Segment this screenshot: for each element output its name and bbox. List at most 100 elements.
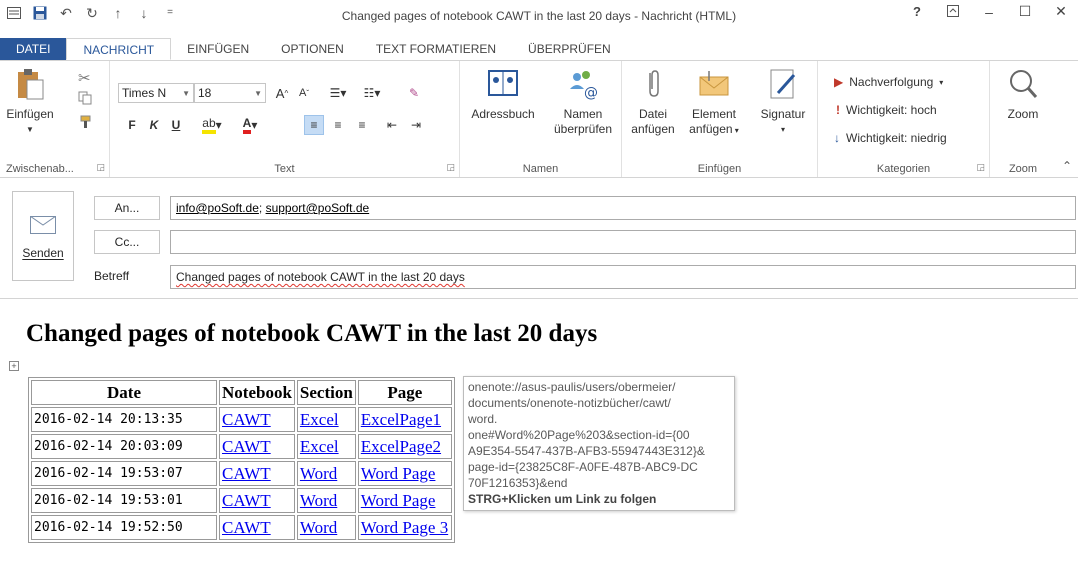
chevron-down-icon: ▼ — [254, 88, 262, 98]
dialog-launcher-icon[interactable]: ◲ — [976, 162, 985, 173]
cell-notebook: CAWT — [219, 407, 295, 432]
notebook-link[interactable]: CAWT — [222, 437, 271, 456]
recipient-support[interactable]: support@poSoft.de — [266, 201, 370, 215]
signature-button[interactable]: Signatur ▾ — [750, 67, 816, 137]
cell-notebook: CAWT — [219, 515, 295, 540]
tab-optionen[interactable]: OPTIONEN — [265, 38, 360, 60]
dialog-launcher-icon[interactable]: ◲ — [96, 162, 105, 173]
attach-item-button[interactable]: Element anfügen ▾ — [682, 67, 746, 138]
cell-page: ExcelPage1 — [357, 407, 452, 432]
collapse-ribbon-icon[interactable]: ⌃ — [1062, 159, 1072, 173]
section-link[interactable]: Word — [300, 464, 337, 483]
tooltip-url-line: onenote://asus-paulis/users/obermeier/ — [468, 380, 676, 394]
align-center-icon[interactable]: ≡ — [328, 115, 348, 135]
section-link[interactable]: Excel — [300, 437, 339, 456]
minimize-icon[interactable]: – — [978, 4, 1000, 20]
tooltip-url-line: 70F1216353}&end — [468, 476, 568, 490]
underline-button[interactable]: U — [166, 115, 186, 135]
page-link[interactable]: Word Page — [361, 491, 436, 510]
ribbon-display-icon[interactable] — [942, 4, 964, 20]
bold-button[interactable]: F — [122, 115, 142, 135]
notebook-link[interactable]: CAWT — [222, 410, 271, 429]
shrink-font-icon[interactable]: Aˇ — [294, 83, 314, 103]
grow-font-icon[interactable]: A ^ — [272, 83, 292, 103]
recipient-info[interactable]: info@poSoft.de — [176, 201, 259, 215]
font-size-combo[interactable]: 18 ▼ — [194, 83, 266, 103]
clipboard-icon — [13, 67, 47, 101]
magnifier-icon — [1006, 67, 1040, 101]
send-button[interactable]: Senden — [12, 191, 74, 281]
cell-date: 2016-02-14 19:52:50 — [31, 515, 217, 540]
chevron-down-icon: ▼ — [182, 88, 190, 98]
tab-datei[interactable]: DATEI — [0, 38, 67, 60]
addressbook-button[interactable]: Adressbuch — [464, 67, 542, 122]
group-names: Adressbuch @ Namen überprüfen Namen — [460, 61, 622, 177]
page-link[interactable]: ExcelPage1 — [361, 410, 441, 429]
align-right-icon[interactable]: ≡ — [352, 115, 372, 135]
group-label: Kategorien — [876, 163, 931, 175]
tooltip-url-line: A9E354-5547-437B-AFB3-55947443E312}& — [468, 444, 705, 458]
tooltip-url-line: word. — [468, 412, 498, 426]
cut-icon[interactable]: ✂ — [78, 69, 91, 87]
decrease-indent-icon[interactable]: ⇤ — [382, 115, 402, 135]
changed-pages-table: Date Notebook Section Page 2016-02-14 20… — [28, 377, 455, 543]
ribbon-tabs: DATEI NACHRICHT EINFÜGEN OPTIONEN TEXT F… — [0, 38, 1078, 60]
table-move-handle-icon[interactable]: + — [9, 361, 19, 371]
font-name-combo[interactable]: Times N ▼ — [118, 83, 194, 103]
subject-field[interactable]: Changed pages of notebook CAWT in the la… — [170, 265, 1076, 289]
cell-section: Word — [296, 515, 356, 540]
font-color-icon[interactable]: A ▾ — [234, 115, 266, 135]
addressbook-icon — [486, 67, 520, 101]
notebook-link[interactable]: CAWT — [222, 518, 271, 537]
help-button[interactable]: ? — [906, 4, 928, 19]
cc-field[interactable] — [170, 230, 1076, 254]
dialog-launcher-icon[interactable]: ◲ — [446, 162, 455, 173]
section-link[interactable]: Word — [300, 491, 337, 510]
tab-ueberpruefen[interactable]: ÜBERPRÜFEN — [512, 38, 627, 60]
notebook-link[interactable]: CAWT — [222, 464, 271, 483]
to-field[interactable]: info@poSoft.de; support@poSoft.de — [170, 196, 1076, 220]
clear-format-icon[interactable]: ✎ — [404, 83, 424, 103]
cell-notebook: CAWT — [219, 488, 295, 513]
high-importance-button[interactable]: ! Wichtigkeit: hoch — [836, 103, 937, 117]
align-left-icon[interactable]: ≡ — [304, 115, 324, 135]
low-importance-button[interactable]: ↓ Wichtigkeit: niedrig — [834, 131, 947, 145]
attach-file-button[interactable]: Datei anfügen — [626, 67, 680, 137]
page-link[interactable]: ExcelPage2 — [361, 437, 441, 456]
copy-icon[interactable] — [78, 91, 92, 105]
group-label: Zwischenab... — [6, 163, 74, 175]
window-controls: ? – ☐ ✕ — [906, 3, 1072, 20]
highlight-icon[interactable]: ab ▾ — [196, 115, 228, 135]
section-link[interactable]: Word — [300, 518, 337, 537]
page-link[interactable]: Word Page — [361, 464, 436, 483]
section-link[interactable]: Excel — [300, 410, 339, 429]
notebook-link[interactable]: CAWT — [222, 491, 271, 510]
body-heading: Changed pages of notebook CAWT in the la… — [26, 320, 598, 347]
increase-indent-icon[interactable]: ⇥ — [406, 115, 426, 135]
maximize-icon[interactable]: ☐ — [1014, 3, 1036, 20]
format-painter-icon[interactable] — [78, 115, 92, 129]
bullet-list-icon[interactable]: ☰▾ — [322, 83, 354, 103]
to-button[interactable]: An... — [94, 196, 160, 220]
tab-nachricht[interactable]: NACHRICHT — [66, 38, 172, 60]
page-link[interactable]: Word Page 3 — [361, 518, 448, 537]
chevron-down-icon: ▾ — [939, 77, 944, 87]
group-label: Namen — [522, 163, 559, 175]
cell-date: 2016-02-14 20:03:09 — [31, 434, 217, 459]
zoom-button[interactable]: Zoom — [994, 67, 1052, 122]
numbered-list-icon[interactable]: ☷▾ — [356, 83, 388, 103]
cc-button[interactable]: Cc... — [94, 230, 160, 254]
chevron-down-icon: ▼ — [26, 125, 34, 134]
tab-einfuegen[interactable]: EINFÜGEN — [171, 38, 265, 60]
table-row: 2016-02-14 19:53:07 CAWT Word Word Page — [31, 461, 452, 486]
cell-page: Word Page 3 — [357, 515, 452, 540]
close-icon[interactable]: ✕ — [1050, 3, 1072, 20]
header-page: Page — [357, 380, 452, 405]
italic-button[interactable]: K — [144, 115, 164, 135]
tab-text-formatieren[interactable]: TEXT FORMATIEREN — [360, 38, 512, 60]
group-text: Times N ▼ 18 ▼ A ^ Aˇ ☰▾ ☷▾ ✎ F K U ab ▾ A ▾ … — [110, 61, 460, 177]
cell-notebook: CAWT — [219, 461, 295, 486]
check-names-button[interactable]: @ Namen überprüfen — [546, 67, 620, 137]
paste-button[interactable]: Einfügen ▼ — [4, 67, 56, 137]
followup-button[interactable]: ▶ Nachverfolgung ▾ — [834, 75, 943, 89]
